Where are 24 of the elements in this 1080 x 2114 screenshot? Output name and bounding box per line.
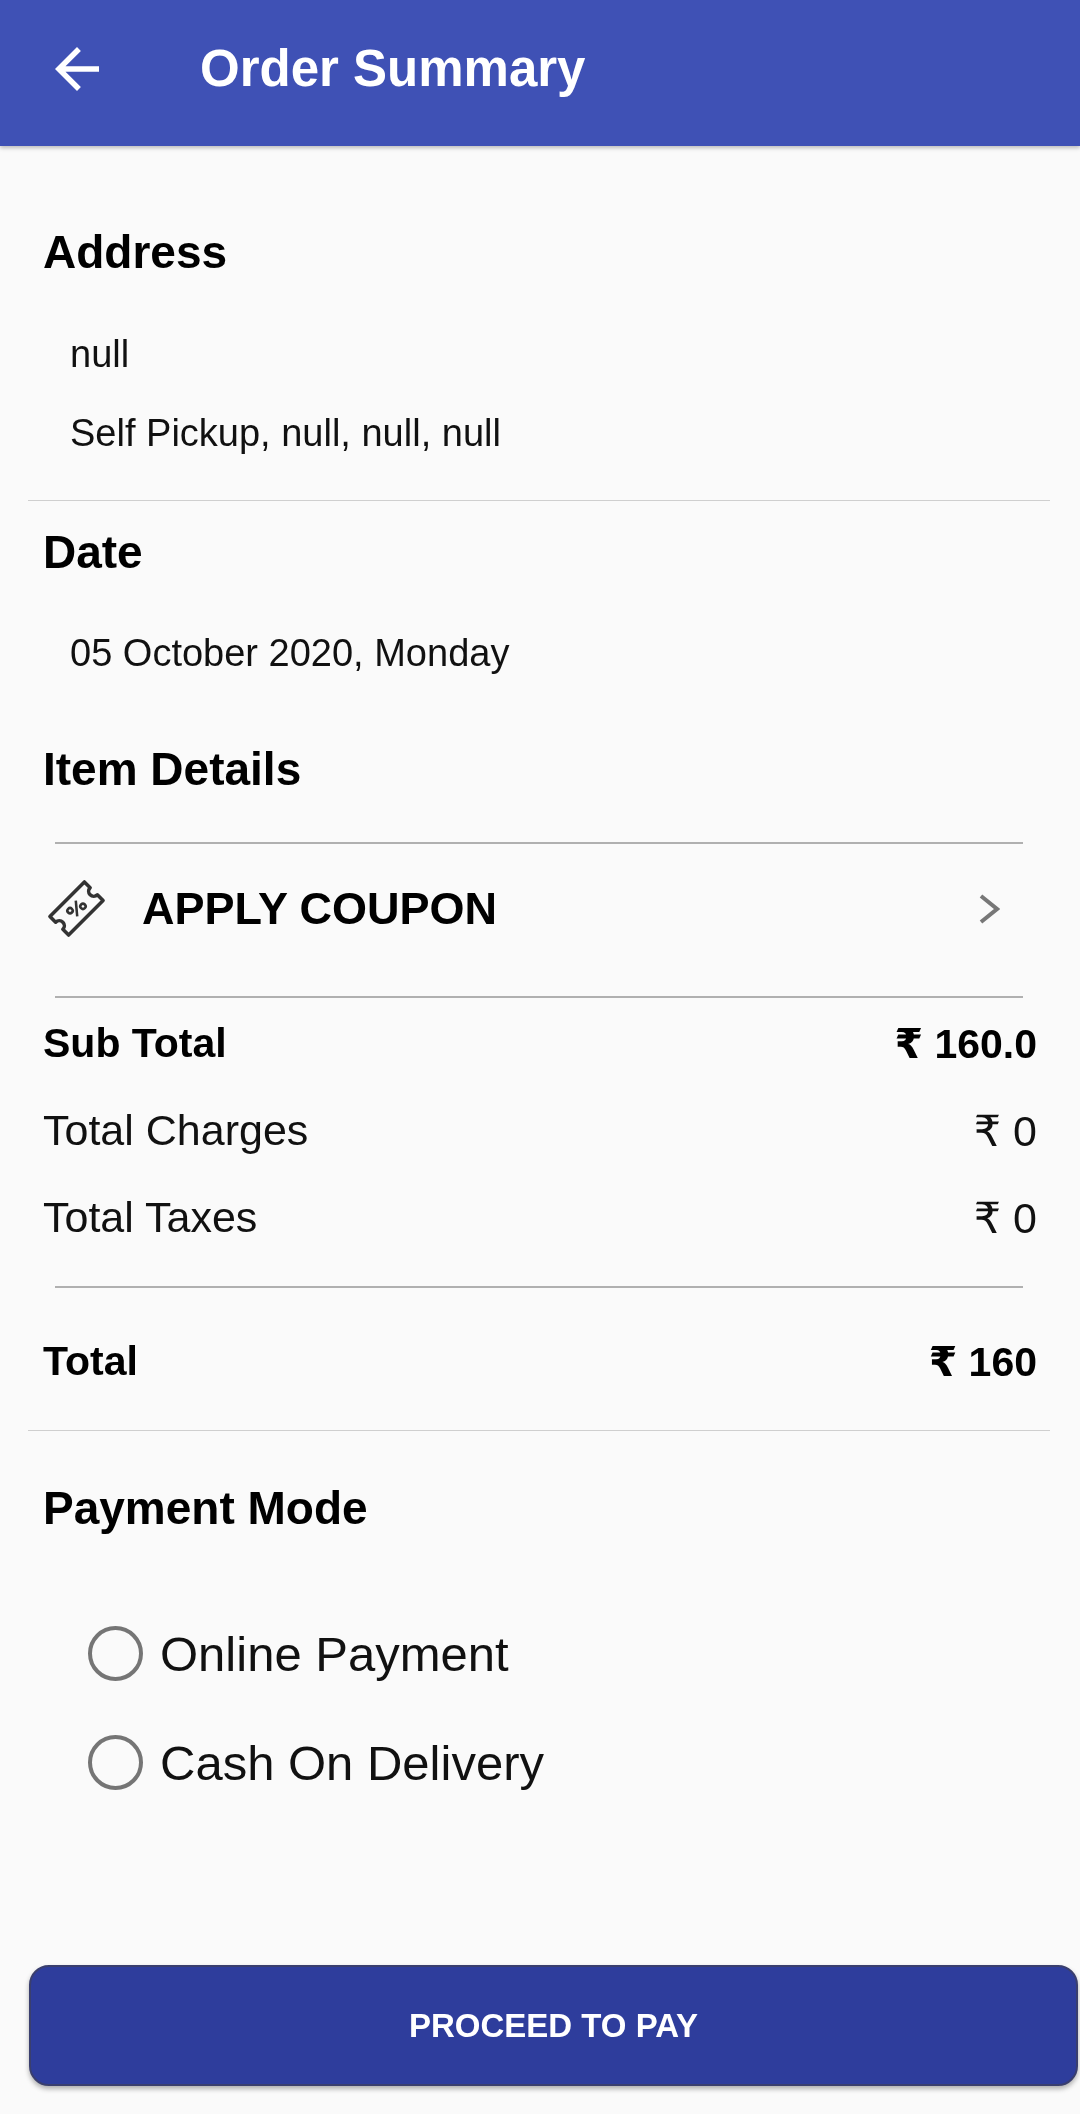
- payment-option[interactable]: Online Payment: [88, 1599, 509, 1708]
- charge-amount: ₹ 160.0: [894, 1019, 1037, 1068]
- total-label: Total: [43, 1338, 138, 1385]
- address-line: Self Pickup, null, null, null: [70, 411, 501, 456]
- back-arrow-icon[interactable]: [55, 47, 99, 91]
- screen-title: Order Summary: [200, 39, 586, 99]
- charge-label: Total Taxes: [43, 1193, 258, 1242]
- address-line: null: [70, 332, 130, 377]
- payment-option[interactable]: Cash On Delivery: [88, 1708, 544, 1817]
- proceed-to-pay-button[interactable]: PROCEED TO PAY: [29, 1965, 1078, 2086]
- section-heading: Date: [43, 525, 143, 580]
- date-text: 05 October 2020, Monday: [70, 631, 510, 676]
- charge-label: Total Charges: [43, 1106, 309, 1155]
- chevron-right-icon: [978, 892, 1000, 925]
- charge-amount: ₹ 0: [973, 1105, 1037, 1156]
- section-heading: Address: [43, 225, 228, 280]
- charge-label: Sub Total: [43, 1020, 227, 1067]
- charge-amount: ₹ 0: [973, 1192, 1037, 1243]
- radio-button[interactable]: [88, 1626, 143, 1681]
- total-amount: ₹ 160: [928, 1337, 1037, 1386]
- section-heading: Item Details: [43, 742, 302, 797]
- apply-coupon-row[interactable]: APPLY COUPON: [44, 844, 1000, 973]
- radio-button[interactable]: [88, 1735, 143, 1790]
- section-heading: Payment Mode: [43, 1481, 368, 1536]
